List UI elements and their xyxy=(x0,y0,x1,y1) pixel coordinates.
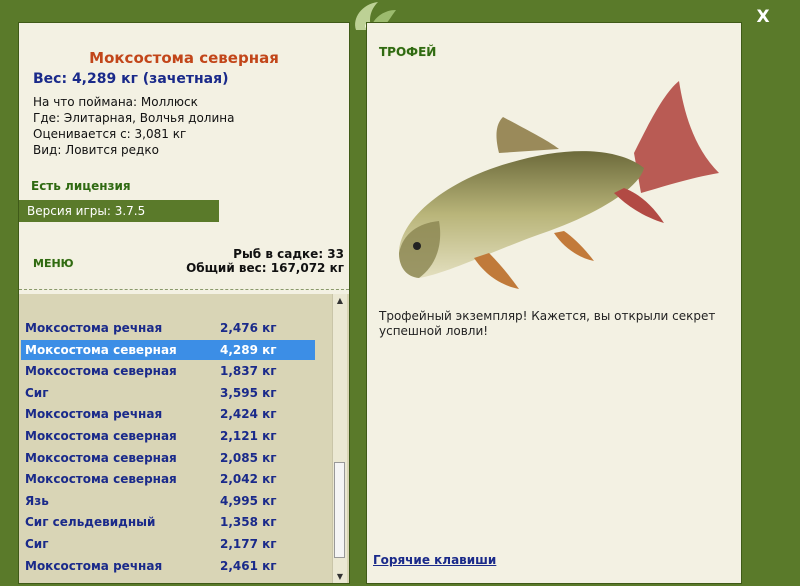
catch-fish-name: Моксостома северная xyxy=(25,450,177,465)
estimated: Оценивается с: 3,081 кг xyxy=(33,127,187,141)
catch-list-scrollbar[interactable]: ▲ ▼ xyxy=(332,294,347,583)
catch-list-item[interactable]: Язь 4,995 кг xyxy=(21,491,315,511)
fish-image xyxy=(399,81,719,289)
catch-fish-name: Моксостома северная xyxy=(25,364,177,379)
location: Где: Элитарная, Волчья долина xyxy=(33,111,235,125)
trophy-text: Трофейный экземпляр! Кажется, вы открыли… xyxy=(379,309,716,338)
catch-fish-weight: 2,424 кг xyxy=(220,407,277,422)
catch-fish-name: Моксостома речная xyxy=(25,321,163,335)
catch-list-item[interactable]: Моксостома речная 2,424 кг xyxy=(21,404,315,424)
catch-fish-weight: 2,476 кг xyxy=(220,321,277,335)
catch-list-item[interactable]: Моксостома речная 2,476 кг xyxy=(21,318,315,338)
close-icon[interactable]: X xyxy=(752,6,774,28)
catch-fish-name: Сиг xyxy=(25,385,49,400)
catch-list-item[interactable]: Моксостома северная 2,042 кг xyxy=(21,469,315,489)
catch-fish-weight: 1,837 кг xyxy=(220,364,277,379)
catch-list-item[interactable]: Моксостома северная 2,121 кг xyxy=(21,426,315,446)
catch-fish-weight: 2,461 кг xyxy=(220,558,277,573)
catch-list-item[interactable]: Моксостома речная 2,461 кг xyxy=(21,556,315,576)
fish-title: Моксостома северная xyxy=(89,49,279,67)
catch-fish-weight: 4,289 кг xyxy=(220,342,277,357)
catch-fish-weight: 2,085 кг xyxy=(220,450,277,465)
version-bar: Версия игры: 3.7.5 xyxy=(19,200,219,222)
trophy-panel: ТРОФЕЙ Трофейный экземпляр! Кажется, вы … xyxy=(366,22,742,584)
scroll-down-icon[interactable]: ▼ xyxy=(335,572,345,581)
cage-count: Рыб в садке: 33 xyxy=(233,247,344,261)
catch-fish-weight: 2,121 кг xyxy=(220,429,277,443)
catch-fish-weight: 4,995 кг xyxy=(220,493,277,508)
catch-fish-weight: 2,042 кг xyxy=(220,472,277,487)
catch-fish-weight: 2,177 кг xyxy=(220,537,277,551)
hotkeys-link[interactable]: Горячие клавиши xyxy=(373,553,496,567)
catch-list-item[interactable]: Моксостома северная 4,289 кг xyxy=(21,339,315,360)
catch-fish-name: Моксостома северная xyxy=(25,342,177,357)
catch-fish-weight: 3,595 кг xyxy=(220,385,277,400)
catch-list-item[interactable]: Сиг 2,177 кг xyxy=(21,534,315,554)
catch-fish-weight: 1,358 кг xyxy=(220,515,277,530)
catch-list-item[interactable]: Сиг 3,595 кг xyxy=(21,383,315,403)
license-status: Есть лицензия xyxy=(31,179,131,193)
scroll-up-icon[interactable]: ▲ xyxy=(335,296,345,305)
fish-weight: Вес: 4,289 кг (зачетная) xyxy=(33,71,229,87)
divider xyxy=(19,289,349,290)
catch-list-item[interactable]: Моксостома северная 2,085 кг xyxy=(21,448,315,468)
total-weight: Общий вес: 167,072 кг xyxy=(186,261,344,275)
kind: Вид: Ловится редко xyxy=(33,143,159,157)
catch-fish-name: Моксостома северная xyxy=(25,429,177,443)
game-window: X Моксостома северная Вес: 4,289 кг (зач… xyxy=(0,0,800,586)
catch-fish-name: Сиг сельдевидный xyxy=(25,515,156,530)
menu-button[interactable]: МЕНЮ xyxy=(33,257,74,270)
catch-fish-name: Моксостома речная xyxy=(25,558,163,573)
scroll-thumb[interactable] xyxy=(334,462,345,558)
cage-summary: Рыб в садке: 33 Общий вес: 167,072 кг xyxy=(186,247,344,275)
catch-fish-name: Моксостома речная xyxy=(25,407,163,422)
caught-on: На что поймана: Моллюск xyxy=(33,95,198,109)
catch-list-item[interactable]: Сиг сельдевидный 1,358 кг xyxy=(21,512,315,532)
catch-list-item[interactable]: Моксостома северная 1,837 кг xyxy=(21,361,315,381)
catch-fish-name: Язь xyxy=(25,493,49,508)
fish-info-panel: Моксостома северная Вес: 4,289 кг (зачет… xyxy=(18,22,350,584)
catch-list: Моксостома речная 2,476 кг Моксостома севе… xyxy=(19,294,349,583)
catch-fish-name: Моксостома северная xyxy=(25,472,177,487)
catch-fish-name: Сиг xyxy=(25,537,49,551)
